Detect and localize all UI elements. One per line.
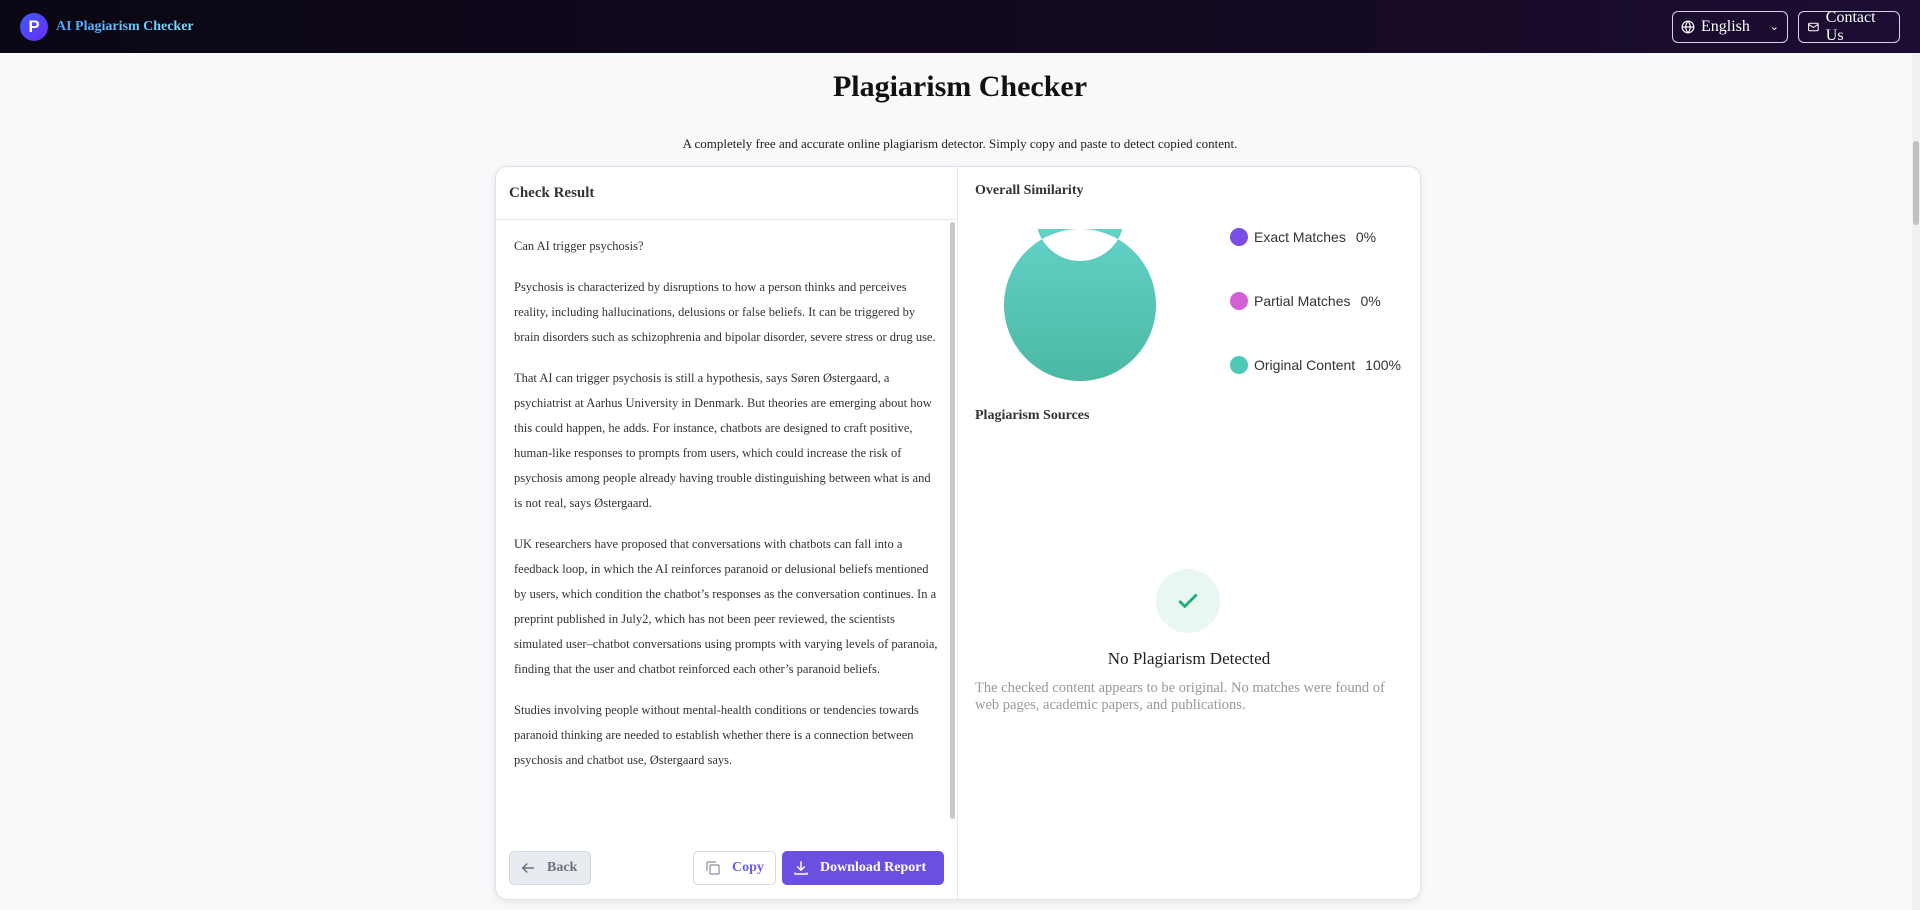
legend-dot [1230,356,1248,374]
plagiarism-sources-title: Plagiarism Sources [975,408,1090,423]
text-paragraph: Psychosis is characterized by disruption… [514,280,936,344]
legend-label: Original Content [1254,357,1356,373]
chevron-down-icon: ⌄ [1769,21,1779,33]
donut-slice-original-content [1004,229,1156,381]
text-paragraph: Studies involving people without mental-… [514,703,919,767]
language-select[interactable]: English ⌄ [1672,10,1788,43]
check-icon [1178,593,1198,609]
language-label: English [1701,17,1750,35]
contact-label: Contact Us [1825,8,1876,44]
no-plagiarism-title: No Plagiarism Detected [1107,649,1271,668]
back-button[interactable]: Back [509,851,591,885]
download-label: Download Report [820,860,927,875]
copy-icon [706,861,720,875]
text-scrollbar[interactable] [950,222,955,819]
globe-icon [1681,20,1695,33]
legend-dot [1230,228,1248,246]
text-paragraph: Can AI trigger psychosis? [514,239,644,253]
text-paragraph: That AI can trigger psychosis is still a… [514,371,932,510]
page-subtitle: A completely free and accurate online pl… [682,136,1238,151]
no-plagiarism-description: The checked content appears to be origin… [975,680,1385,713]
mail-icon [1808,22,1819,31]
contact-us-button[interactable]: Contact Us [1798,8,1900,44]
top-navbar: P AI Plagiarism Checker English ⌄ Contac… [0,0,1920,53]
success-badge [1156,569,1220,633]
check-result-header: Check Result [496,167,957,220]
overall-similarity-title: Overall Similarity [975,183,1084,198]
download-report-button[interactable]: Download Report [782,851,944,885]
legend-original-content: Original Content 100% [1230,355,1401,375]
legend-label: Partial Matches [1254,293,1351,309]
legend-partial-matches: Partial Matches 0% [1230,291,1401,311]
page-scrollbar[interactable] [1912,53,1920,910]
legend-percent: 0% [1355,229,1377,245]
copy-button[interactable]: Copy [693,851,776,885]
similarity-donut-chart [1004,229,1156,381]
legend-percent: 100% [1365,357,1401,373]
check-result-panel: Check Result Can AI trigger psychosis? P… [496,167,958,899]
page-scrollbar-thumb[interactable] [1913,141,1919,225]
legend-dot [1230,292,1248,310]
similarity-panel: Overall Similarity Exact Matches 0% Part… [958,167,1420,899]
arrow-left-icon [521,862,534,874]
similarity-legend: Exact Matches 0% Partial Matches 0% Orig… [1230,227,1401,375]
checked-text[interactable]: Can AI trigger psychosis? Psychosis is c… [496,220,958,820]
copy-label: Copy [732,860,764,875]
download-icon [794,861,808,875]
legend-percent: 0% [1360,293,1381,309]
action-bar: Back Copy Download Report [509,851,944,885]
logo-icon[interactable]: P [20,12,48,41]
back-label: Back [547,860,578,875]
legend-label: Exact Matches [1254,229,1346,245]
legend-exact-matches: Exact Matches 0% [1230,227,1401,247]
result-card: Check Result Can AI trigger psychosis? P… [495,166,1421,900]
text-paragraph: UK researchers have proposed that conver… [514,537,938,676]
brand-name[interactable]: AI Plagiarism Checker [56,19,194,35]
page-title: Plagiarism Checker [832,70,1088,103]
